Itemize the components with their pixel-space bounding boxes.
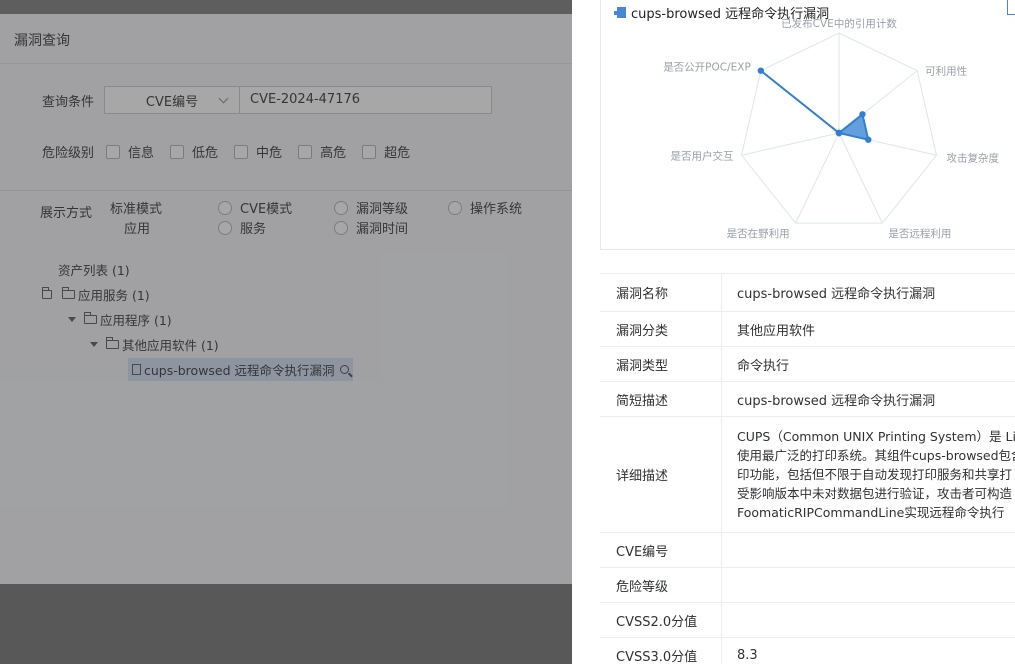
radar-point <box>865 136 872 143</box>
row-key: 简短描述 <box>600 382 722 416</box>
radio-dot[interactable] <box>218 220 232 235</box>
detail-drawer: cups-browsed 远程命令执行漏洞 已发布CVE中的引用计数可利用性攻击… <box>572 0 1015 664</box>
radar-axis-label: 是否用户交互 <box>671 149 734 162</box>
tree-node-app-service[interactable]: 应用服务 (1) <box>42 285 150 304</box>
danger-level-row: 危险级别 信息 低危 中危 高危 超危 <box>42 142 410 161</box>
tree-node-asset-list[interactable]: 资产列表 (1) <box>58 260 130 279</box>
description-line: 印功能，包括但不限于自动发现打印服务和共享打 <box>737 467 1013 482</box>
checkbox-box[interactable] <box>106 144 121 159</box>
radar-axis-label: 已发布CVE中的引用计数 <box>781 17 897 30</box>
display-mode-label-row: 展示方式 <box>40 202 92 221</box>
description-line: 使用最广泛的打印系统。其组件cups-browsed包含 <box>737 448 1015 463</box>
table-row: 漏洞类型 命令执行 <box>600 347 1015 382</box>
row-key: CVSS2.0分值 <box>600 603 722 637</box>
radar-chart-card: cups-browsed 远程命令执行漏洞 已发布CVE中的引用计数 可利用性 攻击… <box>600 0 1015 250</box>
tree-node-application[interactable]: 应用程序 (1) <box>68 310 172 329</box>
mode-radio-app[interactable]: 应用 <box>124 218 150 237</box>
row-value <box>722 603 1015 637</box>
tree-leaf-cups-browsed[interactable]: cups-browsed 远程命令执行漏洞 <box>128 358 353 381</box>
table-row: 漏洞分类 其他应用软件 <box>600 312 1015 347</box>
radio-dot[interactable] <box>218 200 232 215</box>
chevron-down-icon <box>218 93 229 104</box>
checkbox-box[interactable] <box>362 144 377 159</box>
divider <box>0 190 572 191</box>
query-condition-label: 查询条件 <box>42 94 95 110</box>
row-value: cups-browsed 远程命令执行漏洞 <box>737 287 936 302</box>
table-row: CVE编号 <box>600 533 1015 568</box>
tree-node-other-app[interactable]: 其他应用软件 (1) <box>90 335 219 354</box>
radar-point <box>757 67 765 74</box>
level-checkbox-info[interactable]: 信息 <box>106 142 154 161</box>
radar-axis-label: 是否远程利用 <box>888 228 951 240</box>
checkbox-box[interactable] <box>234 144 249 159</box>
mode-radio-service[interactable]: 服务 <box>218 218 266 237</box>
checkbox-box[interactable] <box>298 144 313 159</box>
file-icon <box>132 364 141 375</box>
radio-dot[interactable] <box>334 220 348 235</box>
display-mode-label: 展示方式 <box>40 206 93 221</box>
search-icon[interactable] <box>339 365 349 374</box>
row-value <box>722 533 1015 567</box>
level-checkbox-high[interactable]: 高危 <box>298 142 346 161</box>
row-key: 详细描述 <box>600 417 722 532</box>
row-key: 危险等级 <box>600 568 722 602</box>
query-value-input[interactable]: CVE-2024-47176 <box>240 86 493 114</box>
row-key: CVSS3.0分值 <box>600 638 722 664</box>
level-checkbox-low[interactable]: 低危 <box>170 142 218 161</box>
mode-radio-cve[interactable]: CVE模式 <box>218 198 292 217</box>
level-checkbox-critical[interactable]: 超危 <box>362 142 410 161</box>
row-value: 8.3 <box>737 647 758 663</box>
radar-axis-label: 是否公开POC/EXP <box>663 62 751 74</box>
query-panel-header <box>0 14 572 64</box>
radar-axis-label: 攻击复杂度 <box>946 151 999 164</box>
row-value: 其他应用软件 <box>737 323 816 339</box>
checkbox-box[interactable] <box>170 144 185 159</box>
row-value <box>722 568 1015 602</box>
query-type-value: CVE编号 <box>145 94 199 110</box>
radar-chart: 已发布CVE中的引用计数可利用性攻击复杂度是否远程利用 是否在野利用 是否用户交互 是… <box>663 17 999 240</box>
level-checkbox-medium[interactable]: 中危 <box>234 142 282 161</box>
caret-down-icon[interactable] <box>68 317 76 322</box>
row-value: CUPS（Common UNIX Printing System）是 Linux… <box>722 417 1015 532</box>
folder-icon <box>84 312 97 324</box>
row-key: 漏洞分类 <box>600 312 722 346</box>
table-row: 详细描述 CUPS（Common UNIX Printing System）是 L… <box>600 417 1015 533</box>
query-condition-row: 查询条件 CVE编号 CVE-2024-47176 <box>42 86 493 114</box>
table-row: 简短描述 cups-browsed 远程命令执行漏洞 <box>600 382 1015 417</box>
table-row: CVSS2.0分值 <box>600 603 1015 638</box>
mode-radio-standard[interactable]: 标准模式 <box>110 198 162 217</box>
caret-down-icon[interactable] <box>90 342 98 347</box>
danger-level-label: 危险级别 <box>42 146 95 161</box>
description-line: FoomaticRIPCommandLine实现远程命令执行 <box>737 505 1005 520</box>
radio-dot[interactable] <box>334 200 348 215</box>
row-value: 命令执行 <box>737 358 790 374</box>
query-type-select[interactable]: CVE编号 <box>104 86 241 114</box>
radar-point <box>859 111 866 118</box>
row-key: CVE编号 <box>600 533 722 567</box>
description-line: CUPS（Common UNIX Printing System）是 Linux <box>737 429 1015 444</box>
folder-icon <box>62 287 75 299</box>
row-key: 漏洞名称 <box>600 274 722 311</box>
collapse-icon[interactable] <box>42 287 52 299</box>
radar-point <box>835 129 843 137</box>
row-value: cups-browsed 远程命令执行漏洞 <box>737 393 936 409</box>
query-panel: 漏洞查询 查询条件 CVE编号 CVE-2024-47176 危险级别 信息 低… <box>0 14 572 584</box>
row-key: 漏洞类型 <box>600 347 722 381</box>
radar-axis-label: 可利用性 <box>925 65 967 78</box>
mode-radio-time[interactable]: 漏洞时间 <box>334 218 408 237</box>
top-strip <box>0 0 572 14</box>
description-line: 受影响版本中未对数据包进行验证，攻击者可构造 <box>737 486 1013 501</box>
folder-icon <box>106 337 119 349</box>
table-row: 危险等级 <box>600 568 1015 603</box>
table-row: 漏洞名称 cups-browsed 远程命令执行漏洞 <box>600 274 1015 312</box>
table-row: CVSS3.0分值 8.3 <box>600 638 1015 664</box>
radar-axis-label: 是否在野利用 <box>727 228 790 240</box>
query-panel-title: 漏洞查询 <box>14 33 70 49</box>
mode-radio-level[interactable]: 漏洞等级 <box>334 198 408 217</box>
radio-dot[interactable] <box>448 200 462 215</box>
mode-radio-os[interactable]: 操作系统 <box>448 198 522 217</box>
